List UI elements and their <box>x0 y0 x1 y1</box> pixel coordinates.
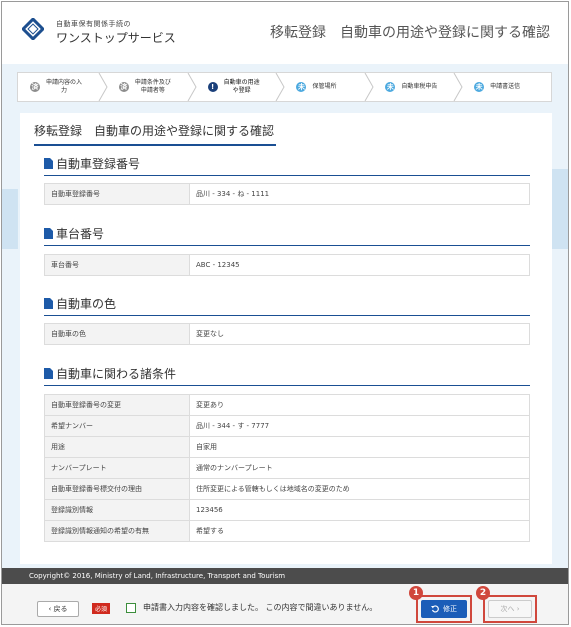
progress-steps: 済 申請内容の入力 済 申請条件及び 申請者等 ! 自動車の用途 や登録 未 保管場… <box>17 72 552 102</box>
step-todo-icon: 未 <box>385 82 396 92</box>
copyright-bar: Copyright© 2016, Ministry of Land, Infra… <box>2 568 568 584</box>
table-row: 希望ナンバー 品川 - 344 - す - 7777 <box>44 415 530 437</box>
row-key: ナンバープレート <box>44 457 190 479</box>
row-value: 通常のナンバープレート <box>189 457 530 479</box>
step-storage-place: 未 保管場所 <box>284 73 374 101</box>
step-vehicle-usage: ! 自動車の用途 や登録 <box>196 73 286 101</box>
step-done-icon: 済 <box>118 82 129 92</box>
row-key: 車台番号 <box>44 254 190 276</box>
vehicle-conditions-table: 自動車登録番号の変更 変更あり 希望ナンバー 品川 - 344 - す - 7777… <box>44 394 530 542</box>
confirmation-panel: 移転登録 自動車の用途や登録に関する確認 自動車登録番号 自動車登録番号 品川 -… <box>20 113 552 564</box>
step-label: 保管場所 <box>312 83 337 90</box>
annotation-badge-2: 2 <box>476 586 490 600</box>
step-todo-icon: 未 <box>474 82 485 92</box>
next-button[interactable]: 次へ › <box>488 600 532 618</box>
step-label: 申請条件及び <box>134 79 171 86</box>
table-row: 車台番号 ABC - 12345 <box>44 254 530 276</box>
step-label: 自動車の用途 <box>223 79 260 86</box>
step-vehicle-tax: 未 自動車税申告 <box>373 73 463 101</box>
step-label-line2: 力 <box>61 87 68 94</box>
confirm-checkbox-label[interactable]: 申請書入力内容を確認しました。 この内容で間違いありません。 <box>143 602 377 613</box>
page-title: 移転登録 自動車の用途や登録に関する確認 <box>270 25 550 41</box>
section-title: 自動車に関わる諸条件 <box>56 367 177 381</box>
row-key: 自動車登録番号 <box>44 183 190 205</box>
document-icon <box>44 158 53 169</box>
section-title: 車台番号 <box>56 227 105 241</box>
document-icon <box>44 298 53 309</box>
app-window: 自動車保有関係手続の ワンストップサービス 移転登録 自動車の用途や登録に関する… <box>1 1 569 625</box>
table-row: 自動車登録番号 品川 - 334 - ね - 1111 <box>44 183 530 205</box>
panel-title: 移転登録 自動車の用途や登録に関する確認 <box>34 122 277 146</box>
section-heading: 自動車登録番号 <box>44 155 530 176</box>
table-row: 登録識別情報通知の希望の有無 希望する <box>44 520 530 542</box>
step-label-line2: や登録 <box>232 87 251 94</box>
step-applicant: 済 申請条件及び 申請者等 <box>107 73 197 101</box>
undo-icon <box>431 605 439 613</box>
row-value: 変更あり <box>189 394 530 416</box>
row-key: 自動車登録番号の変更 <box>44 394 190 416</box>
brand-subtitle: 自動車保有関係手続の <box>56 20 131 28</box>
table-row: ナンバープレート 通常のナンバープレート <box>44 457 530 479</box>
section-heading: 車台番号 <box>44 225 530 246</box>
table-row: 自動車の色 変更なし <box>44 323 530 345</box>
required-badge: 必須 <box>92 603 111 614</box>
section-heading: 自動車に関わる諸条件 <box>44 365 530 386</box>
step-label: 自動車税申告 <box>401 83 438 90</box>
table-row: 用途 自家用 <box>44 436 530 458</box>
fix-button-label: 修正 <box>443 605 457 613</box>
step-label: 申請内容の入 <box>46 79 83 86</box>
step-label: 申請書送信 <box>490 83 521 90</box>
section-title: 自動車の色 <box>56 297 117 311</box>
registration-number-table: 自動車登録番号 品川 - 334 - ね - 1111 <box>44 183 530 205</box>
back-button[interactable]: ‹ 戻る <box>37 601 79 617</box>
action-bar: ‹ 戻る 必須 申請書入力内容を確認しました。 この内容で間違いありません。 修… <box>2 584 568 624</box>
row-value: ABC - 12345 <box>189 254 530 276</box>
row-value: 123456 <box>189 499 530 521</box>
row-key: 自動車の色 <box>44 323 190 345</box>
row-value: 希望する <box>189 520 530 542</box>
table-row: 自動車登録番号標交付の理由 住所変更による管轄もしくは地域名の変更のため <box>44 478 530 500</box>
step-todo-icon: 未 <box>296 82 307 92</box>
row-key: 希望ナンバー <box>44 415 190 437</box>
row-value: 品川 - 334 - ね - 1111 <box>189 183 530 205</box>
document-icon <box>44 368 53 379</box>
step-done-icon: 済 <box>30 82 40 92</box>
step-submit: 未 申請書送信 <box>462 73 551 101</box>
brand-name: ワンストップサービス <box>56 31 176 45</box>
row-value: 住所変更による管轄もしくは地域名の変更のため <box>189 478 530 500</box>
logo-icon <box>22 18 44 40</box>
table-row: 自動車登録番号の変更 変更あり <box>44 394 530 416</box>
row-key: 用途 <box>44 436 190 458</box>
row-key: 登録識別情報 <box>44 499 190 521</box>
vehicle-color-table: 自動車の色 変更なし <box>44 323 530 345</box>
step-label-line2: 申請者等 <box>140 87 165 94</box>
document-icon <box>44 228 53 239</box>
row-value: 品川 - 344 - す - 7777 <box>189 415 530 437</box>
row-key: 登録識別情報通知の希望の有無 <box>44 520 190 542</box>
confirm-checkbox[interactable] <box>126 603 136 613</box>
header: 自動車保有関係手続の ワンストップサービス 移転登録 自動車の用途や登録に関する… <box>2 2 568 64</box>
annotation-badge-1: 1 <box>409 586 423 600</box>
section-heading: 自動車の色 <box>44 295 530 316</box>
fix-button[interactable]: 修正 <box>421 600 467 618</box>
alert-icon: ! <box>207 82 218 92</box>
chassis-number-table: 車台番号 ABC - 12345 <box>44 254 530 276</box>
step-input-content: 済 申請内容の入力 <box>18 73 108 101</box>
row-value: 変更なし <box>189 323 530 345</box>
section-title: 自動車登録番号 <box>56 157 141 171</box>
row-key: 自動車登録番号標交付の理由 <box>44 478 190 500</box>
table-row: 登録識別情報 123456 <box>44 499 530 521</box>
row-value: 自家用 <box>189 436 530 458</box>
